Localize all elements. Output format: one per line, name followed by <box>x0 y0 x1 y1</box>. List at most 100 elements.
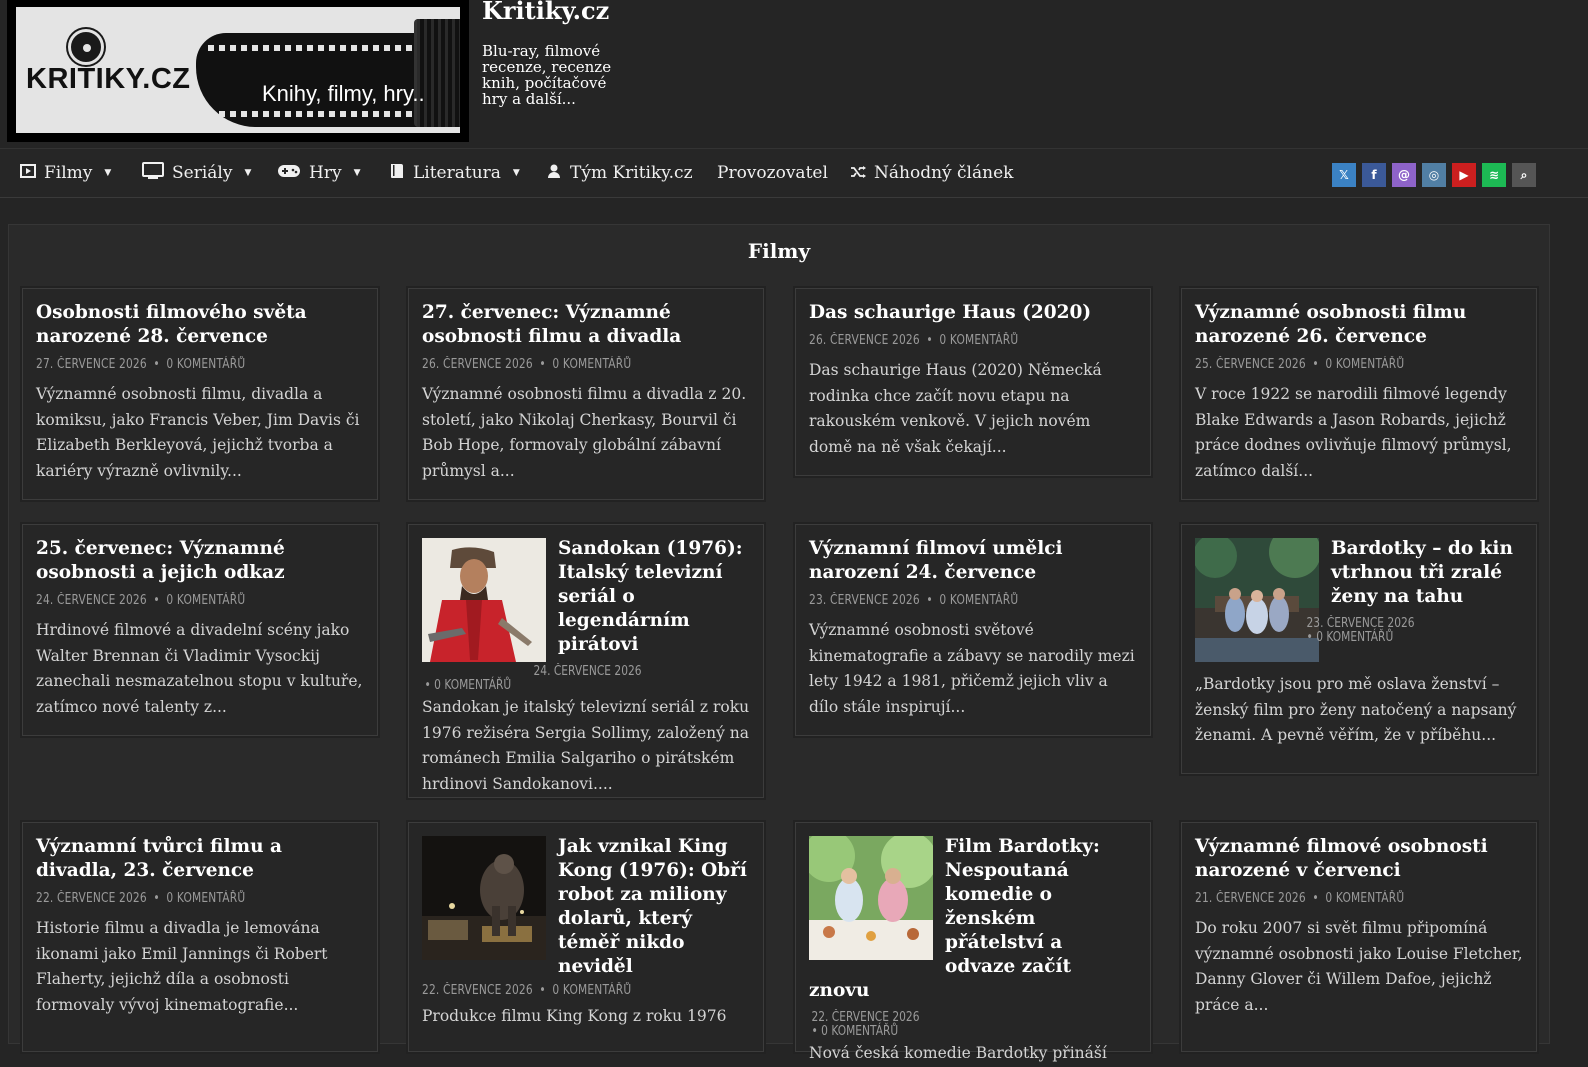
post-card[interactable]: Významné filmové osobnosti narozené v če… <box>1181 822 1537 1052</box>
post-date[interactable]: 23. ČERVENCE 2026 <box>809 593 920 608</box>
post-comments[interactable]: 0 KOMENTÁŘŮ <box>1325 357 1404 372</box>
post-title[interactable]: Das schaurige Haus (2020) <box>809 301 1137 325</box>
post-card[interactable]: Sandokan (1976): Italský televizní seriá… <box>408 524 764 798</box>
nav-label: Literatura <box>413 163 501 183</box>
instagram-icon[interactable]: ◎ <box>1422 163 1446 187</box>
search-icon[interactable]: ⌕ <box>1512 163 1536 187</box>
nav-label: Provozovatel <box>717 163 828 183</box>
post-comments[interactable]: 0 KOMENTÁŘŮ <box>552 357 631 372</box>
post-card[interactable]: Bardotky – do kin vtrhnou tři zralé ženy… <box>1181 524 1537 774</box>
post-card[interactable]: Das schaurige Haus (2020) 26. ČERVENCE 2… <box>795 288 1151 476</box>
post-title[interactable]: Významní tvůrci filmu a divadla, 23. čer… <box>36 835 364 883</box>
post-date[interactable]: 22. ČERVENCE 2026 <box>422 983 533 998</box>
youtube-icon[interactable]: ▶ <box>1452 163 1476 187</box>
user-icon <box>546 163 562 183</box>
post-excerpt: Nová česká komedie Bardotky přináší <box>809 1044 1107 1062</box>
nav-label: Seriály <box>172 163 233 183</box>
film-strip-graphic <box>196 19 460 127</box>
threads-icon[interactable]: @ <box>1392 163 1416 187</box>
post-date[interactable]: 25. ČERVENCE 2026 <box>1195 357 1306 372</box>
content-area: Filmy Osobnosti filmového světa narozené… <box>8 224 1550 1062</box>
post-title[interactable]: Významní filmoví umělci narození 24. čer… <box>809 537 1137 585</box>
post-card[interactable]: Jak vznikal King Kong (1976): Obří robot… <box>408 822 764 1052</box>
post-comments[interactable]: 0 KOMENTÁŘŮ <box>166 891 245 906</box>
post-card[interactable]: Významní tvůrci filmu a divadla, 23. čer… <box>22 822 378 1052</box>
nav-label: Náhodný článek <box>874 163 1014 183</box>
post-date[interactable]: 22. ČERVENCE 2026 <box>811 1011 1077 1025</box>
book-icon <box>389 162 405 184</box>
film-reel-icon <box>68 29 104 65</box>
post-comments[interactable]: 0 KOMENTÁŘŮ <box>1325 891 1404 906</box>
post-excerpt: V roce 1922 se narodili filmové legendy … <box>1195 385 1512 480</box>
post-meta: 23. ČERVENCE 2026 • 0 KOMENTÁŘŮ <box>809 593 1019 608</box>
post-date[interactable]: 23. ČERVENCE 2026 <box>1197 617 1464 631</box>
post-card[interactable]: Významné osobnosti filmu narozené 26. če… <box>1181 288 1537 500</box>
nav-item-literatura[interactable]: Literatura ▼ <box>389 149 520 197</box>
post-comments[interactable]: 0 KOMENTÁŘŮ <box>166 357 245 372</box>
spotify-icon[interactable]: ≋ <box>1482 163 1506 187</box>
chevron-down-icon: ▼ <box>512 168 520 178</box>
nav-label: Tým Kritiky.cz <box>570 163 693 183</box>
gamepad-icon <box>277 163 301 183</box>
post-date[interactable]: 24. ČERVENCE 2026 <box>36 593 147 608</box>
post-card[interactable]: Film Bardotky: Nespoutaná komedie o žens… <box>795 822 1151 1062</box>
post-card[interactable]: 25. červenec: Významné osobnosti a jejic… <box>22 524 378 736</box>
site-header: KRITIKY.CZ Knihy, filmy, hry.. Kritiky.c… <box>0 0 1588 148</box>
x-icon[interactable]: 𝕏 <box>1332 163 1356 187</box>
post-date[interactable]: 26. ČERVENCE 2026 <box>422 357 533 372</box>
post-meta: 24. ČERVENCE 2026 • 0 KOMENTÁŘŮ <box>36 593 246 608</box>
post-card[interactable]: Osobnosti filmového světa narozené 28. č… <box>22 288 378 500</box>
post-meta: 23. ČERVENCE 2026 • 0 KOMENTÁŘŮ <box>1195 617 1464 645</box>
facebook-icon[interactable]: f <box>1362 163 1386 187</box>
post-date[interactable]: 21. ČERVENCE 2026 <box>1195 891 1306 906</box>
post-excerpt: „Bardotky jsou pro mě oslava ženství – ž… <box>1195 675 1517 745</box>
post-comments[interactable]: 0 KOMENTÁŘŮ <box>552 983 631 998</box>
post-excerpt: Hrdinové filmové a divadelní scény jako … <box>36 621 363 716</box>
logo-slogan: Knihy, filmy, hry.. <box>262 81 425 106</box>
post-meta: 22. ČERVENCE 2026 • 0 KOMENTÁŘŮ <box>809 1011 1078 1039</box>
nav-item-provozovatel[interactable]: Provozovatel <box>717 149 828 197</box>
post-meta: 26. ČERVENCE 2026 • 0 KOMENTÁŘŮ <box>422 357 632 372</box>
post-meta: 26. ČERVENCE 2026 • 0 KOMENTÁŘŮ <box>809 333 1019 348</box>
post-meta: 22. ČERVENCE 2026 • 0 KOMENTÁŘŮ <box>36 891 246 906</box>
post-excerpt: Významné osobnosti filmu, divadla a komi… <box>36 385 360 480</box>
post-thumbnail[interactable] <box>422 836 546 960</box>
film-icon <box>20 163 36 183</box>
post-excerpt: Do roku 2007 si svět filmu připomíná výz… <box>1195 919 1523 1014</box>
chevron-down-icon: ▼ <box>244 168 252 178</box>
post-comments[interactable]: 0 KOMENTÁŘŮ <box>434 678 511 693</box>
nav-item-hry[interactable]: Hry ▼ <box>277 149 360 197</box>
post-title[interactable]: Významné filmové osobnosti narozené v če… <box>1195 835 1523 883</box>
post-title[interactable]: 25. červenec: Významné osobnosti a jejic… <box>36 537 364 585</box>
chevron-down-icon: ▼ <box>353 168 361 178</box>
social-links: 𝕏 f @ ◎ ▶ ≋ ⌕ <box>1332 163 1536 187</box>
post-comments[interactable]: 0 KOMENTÁŘŮ <box>939 333 1018 348</box>
post-date[interactable]: 22. ČERVENCE 2026 <box>36 891 147 906</box>
nav-item-serialy[interactable]: Seriály ▼ <box>142 149 251 197</box>
post-excerpt: Produkce filmu King Kong z roku 1976 <box>422 1007 727 1025</box>
site-description: Blu-ray, filmové recenze, recenze knih, … <box>482 42 612 108</box>
post-thumbnail[interactable] <box>809 836 933 960</box>
nav-item-tym[interactable]: Tým Kritiky.cz <box>546 149 693 197</box>
post-date[interactable]: 27. ČERVENCE 2026 <box>36 357 147 372</box>
post-comments[interactable]: 0 KOMENTÁŘŮ <box>1316 630 1393 645</box>
tv-icon <box>142 162 164 184</box>
nav-item-filmy[interactable]: Filmy ▼ <box>20 149 111 197</box>
nav-item-nahodny-clanek[interactable]: Náhodný článek <box>850 149 1013 197</box>
post-title[interactable]: Významné osobnosti filmu narozené 26. če… <box>1195 301 1523 349</box>
post-thumbnail[interactable] <box>422 538 546 662</box>
post-meta: 25. ČERVENCE 2026 • 0 KOMENTÁŘŮ <box>1195 357 1405 372</box>
post-date[interactable]: 24. ČERVENCE 2026 <box>424 665 690 679</box>
post-excerpt: Významné osobnosti světové kinematografi… <box>809 621 1135 716</box>
post-card[interactable]: 27. červenec: Významné osobnosti filmu a… <box>408 288 764 500</box>
post-comments[interactable]: 0 KOMENTÁŘŮ <box>821 1024 898 1039</box>
post-card[interactable]: Významní filmoví umělci narození 24. čer… <box>795 524 1151 736</box>
post-comments[interactable]: 0 KOMENTÁŘŮ <box>166 593 245 608</box>
post-date[interactable]: 26. ČERVENCE 2026 <box>809 333 920 348</box>
post-title[interactable]: Osobnosti filmového světa narozené 28. č… <box>36 301 364 349</box>
post-comments[interactable]: 0 KOMENTÁŘŮ <box>939 593 1018 608</box>
post-excerpt: Významné osobnosti filmu a divadla z 20.… <box>422 385 747 480</box>
site-title[interactable]: Kritiky.cz <box>482 0 609 25</box>
site-logo[interactable]: KRITIKY.CZ Knihy, filmy, hry.. <box>7 0 469 142</box>
post-title[interactable]: 27. červenec: Významné osobnosti filmu a… <box>422 301 750 349</box>
